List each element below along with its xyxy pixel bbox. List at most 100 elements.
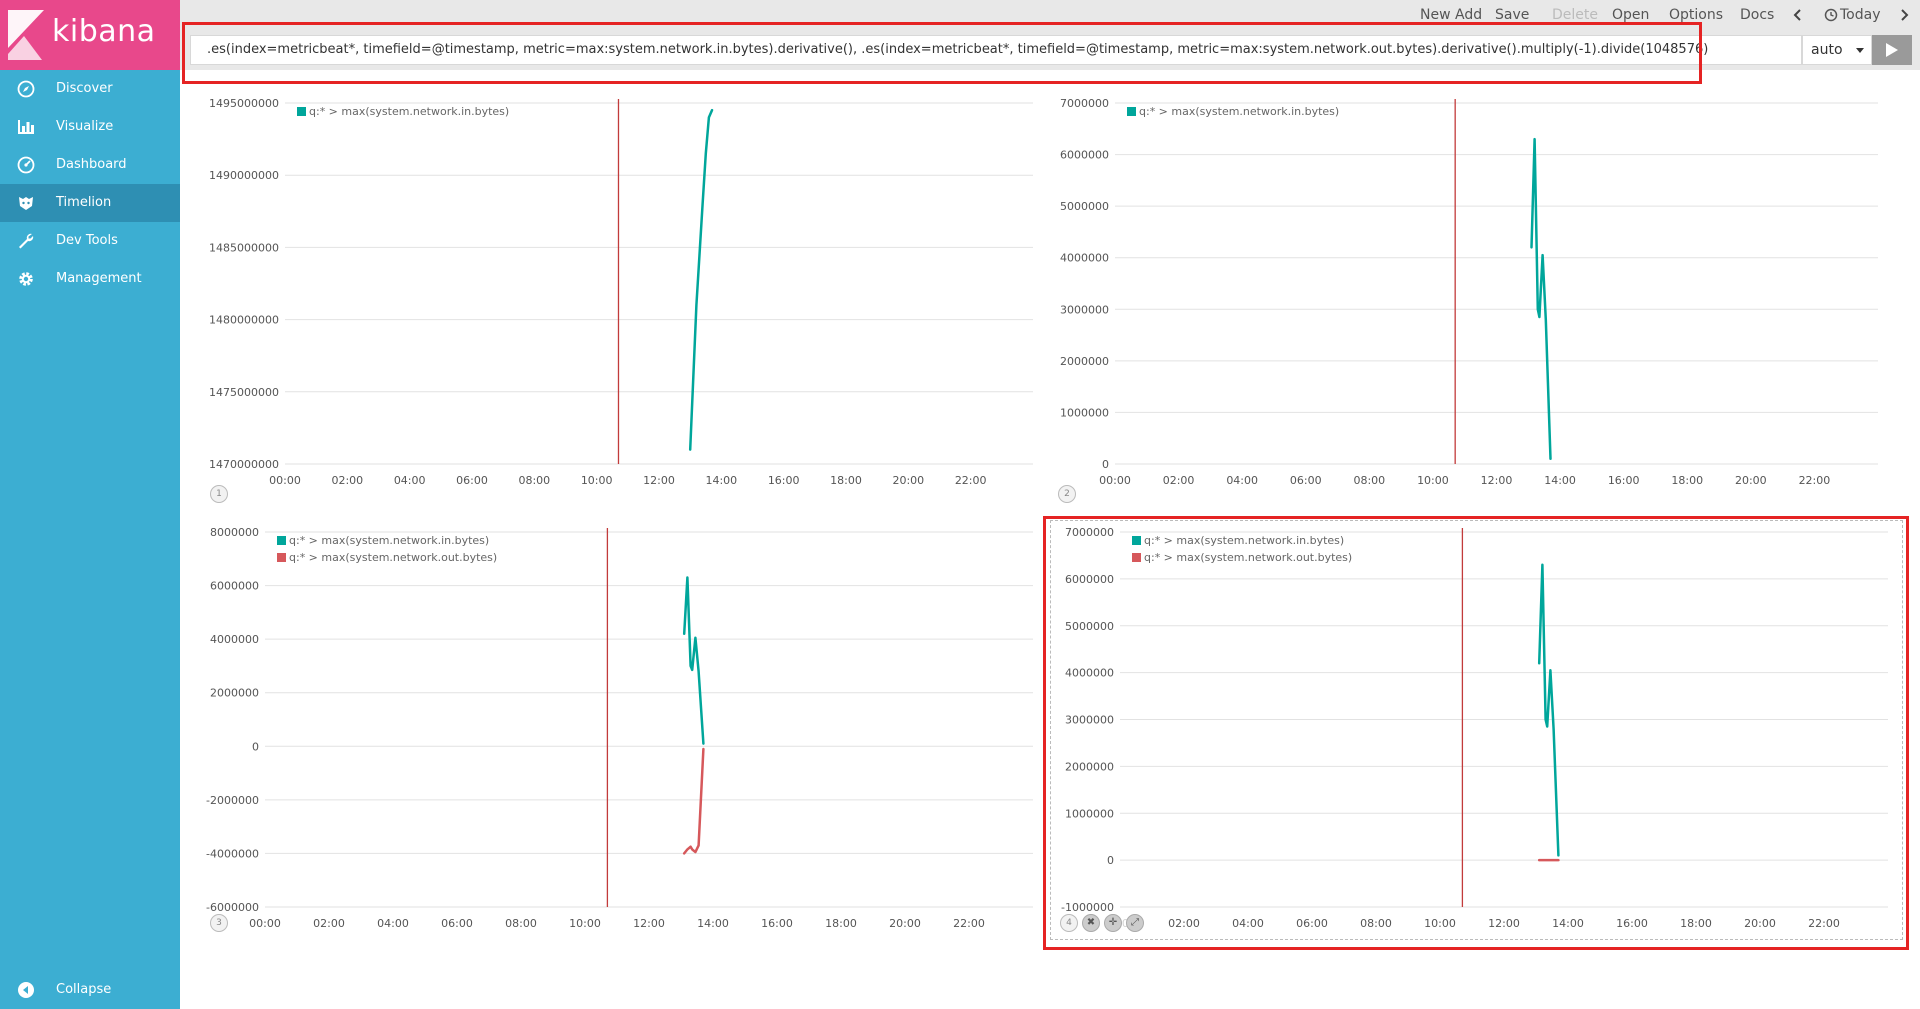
legend-item[interactable]: q:* > max(system.network.out.bytes) — [277, 549, 497, 566]
chevron-left-icon[interactable] — [1793, 9, 1803, 21]
legend-label: q:* > max(system.network.in.bytes) — [309, 105, 510, 118]
x-tick-label: 20:00 — [889, 917, 921, 930]
chevron-right-icon[interactable] — [1900, 9, 1910, 21]
open-button[interactable]: Open — [1612, 7, 1649, 23]
y-tick-label: 1490000000 — [209, 169, 279, 182]
docs-button[interactable]: Docs — [1740, 7, 1774, 23]
chart-panel-3[interactable]: 8000000 6000000 4000000 2000000 0 -2000000 -40… — [205, 526, 1035, 933]
legend-label: q:* > max(system.network.out.bytes) — [289, 551, 498, 564]
compass-icon — [17, 80, 35, 98]
interval-select[interactable]: auto — [1802, 35, 1872, 65]
x-tick-label: 12:00 — [633, 917, 665, 930]
x-tick-label: 06:00 — [456, 474, 488, 487]
sidebar-item-visualize[interactable]: Visualize — [0, 108, 180, 146]
x-tick-label: 18:00 — [825, 917, 857, 930]
legend-item[interactable]: q:* > max(system.network.in.bytes) — [1127, 103, 1339, 120]
y-tick-label: 6000000 — [210, 580, 259, 593]
x-tick-label: 12:00 — [1481, 474, 1513, 487]
legend-item[interactable]: q:* > max(system.network.in.bytes) — [297, 103, 509, 120]
y-tick-label: 4000000 — [210, 633, 259, 646]
x-tick-label: 18:00 — [830, 474, 862, 487]
sidebar-item-timelion[interactable]: Timelion — [0, 184, 180, 222]
new-button[interactable]: New — [1420, 7, 1451, 23]
x-tick-label: 14:00 — [705, 474, 737, 487]
y-tick-label: 2000000 — [1060, 355, 1109, 368]
sidebar: kibana Discover Visualize Dashboard Time… — [0, 0, 180, 1009]
x-tick-label: 14:00 — [697, 917, 729, 930]
y-tick-label: -2000000 — [206, 794, 259, 807]
sidebar-item-management[interactable]: Management — [0, 260, 180, 298]
expression-input[interactable]: .es(index=metricbeat*, timefield=@timest… — [190, 35, 1802, 65]
options-button[interactable]: Options — [1669, 7, 1723, 23]
kibana-logo[interactable]: kibana — [0, 0, 180, 70]
x-tick-label: 02:00 — [331, 474, 363, 487]
x-tick-label: 18:00 — [1671, 474, 1703, 487]
run-button[interactable] — [1872, 35, 1912, 65]
y-tick-label: 0 — [252, 740, 259, 753]
panel-number-badge[interactable]: 1 — [210, 485, 228, 503]
kibana-logo-icon — [8, 10, 44, 60]
selected-panel-frame — [1050, 520, 1903, 940]
series-line-in-bytes — [1530, 137, 1552, 461]
x-tick-label: 06:00 — [1290, 474, 1322, 487]
y-tick-label: -6000000 — [206, 901, 259, 914]
sidebar-item-dashboard[interactable]: Dashboard — [0, 146, 180, 184]
play-icon — [1886, 43, 1898, 57]
legend-item[interactable]: q:* > max(system.network.in.bytes) — [277, 532, 497, 549]
x-tick-label: 22:00 — [1799, 474, 1831, 487]
sidebar-collapse-button[interactable]: Collapse — [0, 971, 180, 1009]
top-menu-bar: New Add Save Delete Open Options Docs To… — [180, 0, 1920, 30]
dashboard-icon — [17, 156, 35, 174]
sidebar-item-label: Discover — [56, 81, 113, 96]
chart-legend: q:* > max(system.network.in.bytes) q:* > … — [277, 532, 497, 566]
x-tick-label: 06:00 — [441, 917, 473, 930]
x-tick-label: 00:00 — [1099, 474, 1131, 487]
x-tick-label: 10:00 — [569, 917, 601, 930]
y-tick-label: -4000000 — [206, 847, 259, 860]
y-tick-label: 1495000000 — [209, 97, 279, 110]
legend-label: q:* > max(system.network.in.bytes) — [1139, 105, 1340, 118]
chart-svg: 7000000 6000000 5000000 4000000 3000000 20000… — [1060, 97, 1878, 487]
x-tick-label: 16:00 — [768, 474, 800, 487]
expression-bar: .es(index=metricbeat*, timefield=@timest… — [180, 30, 1920, 70]
chart-panel-2[interactable]: 7000000 6000000 5000000 4000000 3000000 20000… — [1040, 95, 1880, 503]
delete-button[interactable]: Delete — [1552, 7, 1598, 23]
y-tick-label: 1470000000 — [209, 458, 279, 471]
add-button[interactable]: Add — [1455, 7, 1482, 23]
legend-swatch — [277, 553, 286, 562]
sidebar-item-discover[interactable]: Discover — [0, 70, 180, 108]
panel-number-badge[interactable]: 3 — [210, 914, 228, 932]
y-tick-label: 6000000 — [1060, 149, 1109, 162]
x-tick-label: 04:00 — [377, 917, 409, 930]
collapse-icon — [18, 982, 34, 998]
legend-swatch — [277, 536, 286, 545]
y-tick-label: 7000000 — [1060, 97, 1109, 110]
legend-swatch — [1127, 107, 1136, 116]
y-tick-label: 1485000000 — [209, 241, 279, 254]
sidebar-item-label: Management — [56, 271, 142, 286]
sidebar-item-dev-tools[interactable]: Dev Tools — [0, 222, 180, 260]
y-tick-label: 2000000 — [210, 687, 259, 700]
y-tick-label: 0 — [1102, 458, 1109, 471]
collapse-label: Collapse — [56, 982, 112, 997]
chart-panel-1[interactable]: 1495000000 1490000000 1485000000 1480000000… — [205, 95, 1035, 503]
sidebar-nav: Discover Visualize Dashboard Timelion De… — [0, 70, 180, 298]
x-tick-label: 10:00 — [581, 474, 613, 487]
y-tick-label: 8000000 — [210, 526, 259, 539]
x-tick-label: 08:00 — [505, 917, 537, 930]
time-range-picker[interactable]: Today — [1840, 7, 1881, 23]
legend-label: q:* > max(system.network.in.bytes) — [289, 534, 490, 547]
x-tick-label: 04:00 — [394, 474, 426, 487]
x-tick-label: 00:00 — [269, 474, 301, 487]
panel-number-badge[interactable]: 2 — [1058, 485, 1076, 503]
bar-chart-icon — [18, 120, 34, 134]
save-button[interactable]: Save — [1495, 7, 1529, 23]
gear-icon — [19, 272, 33, 286]
x-tick-label: 22:00 — [955, 474, 987, 487]
sidebar-item-label: Dashboard — [56, 157, 127, 172]
wrench-icon — [19, 233, 34, 249]
y-tick-label: 1475000000 — [209, 386, 279, 399]
series-line-out-bytes — [682, 747, 705, 855]
chart-legend: q:* > max(system.network.in.bytes) — [297, 103, 509, 120]
x-tick-label: 04:00 — [1226, 474, 1258, 487]
